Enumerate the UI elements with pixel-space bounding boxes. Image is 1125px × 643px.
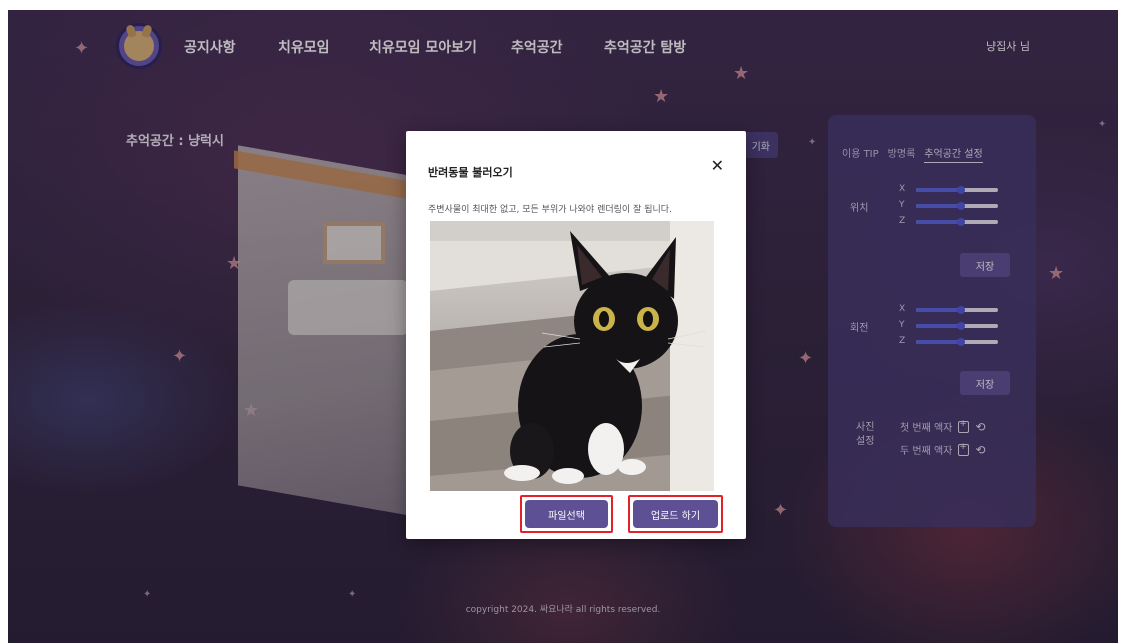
- pet-photo-preview: [430, 221, 714, 491]
- pet-upload-modal: 반려동물 불러오기 ✕ 주변사물이 최대한 없고, 모든 부위가 나와야 렌더링…: [406, 131, 746, 539]
- modal-title: 반려동물 불러오기: [428, 166, 513, 179]
- black-cat-photo: [430, 221, 714, 491]
- upload-button[interactable]: 업로드 하기: [633, 500, 718, 528]
- app-canvas: ✦ ★ ★ ★ ✦ ★ ✦ ✦ ★ ✦ ✦ ✦ ✦ 공지사항 치유모임 치유모임…: [8, 10, 1118, 643]
- close-icon[interactable]: ✕: [711, 158, 724, 174]
- select-file-button[interactable]: 파일선택: [525, 500, 608, 528]
- upload-hint: 주변사물이 최대한 없고, 모든 부위가 나와야 렌더링이 잘 됩니다.: [428, 205, 672, 215]
